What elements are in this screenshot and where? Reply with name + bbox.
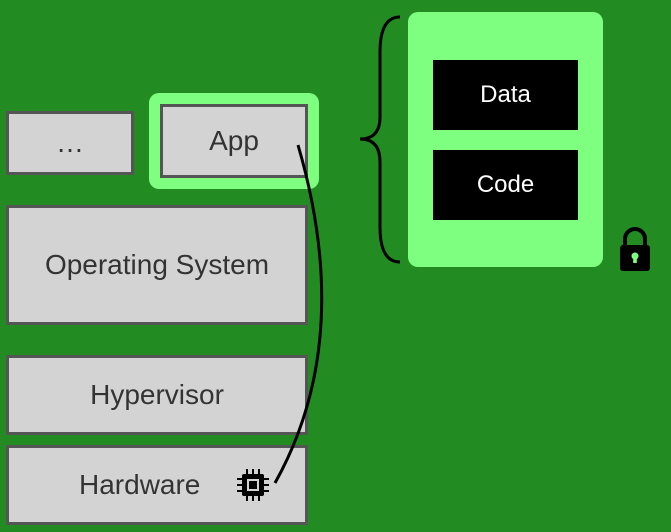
ellipsis-label: …	[56, 127, 84, 159]
ellipsis-box: …	[6, 111, 134, 175]
os-box: Operating System	[6, 205, 308, 325]
enclave-code-box: Code	[433, 150, 578, 220]
app-box: App	[160, 104, 308, 178]
hardware-label: Hardware	[79, 469, 200, 501]
enclave-panel: Data Code	[408, 12, 603, 267]
brace-icon	[350, 12, 405, 267]
chip-icon	[233, 465, 273, 505]
hypervisor-box: Hypervisor	[6, 355, 308, 435]
enclave-data-label: Data	[480, 81, 531, 109]
enclave-data-box: Data	[433, 60, 578, 130]
app-label: App	[209, 125, 259, 157]
lock-icon	[615, 225, 655, 275]
hypervisor-label: Hypervisor	[90, 379, 224, 411]
enclave-code-label: Code	[477, 171, 534, 199]
os-label: Operating System	[45, 249, 269, 281]
